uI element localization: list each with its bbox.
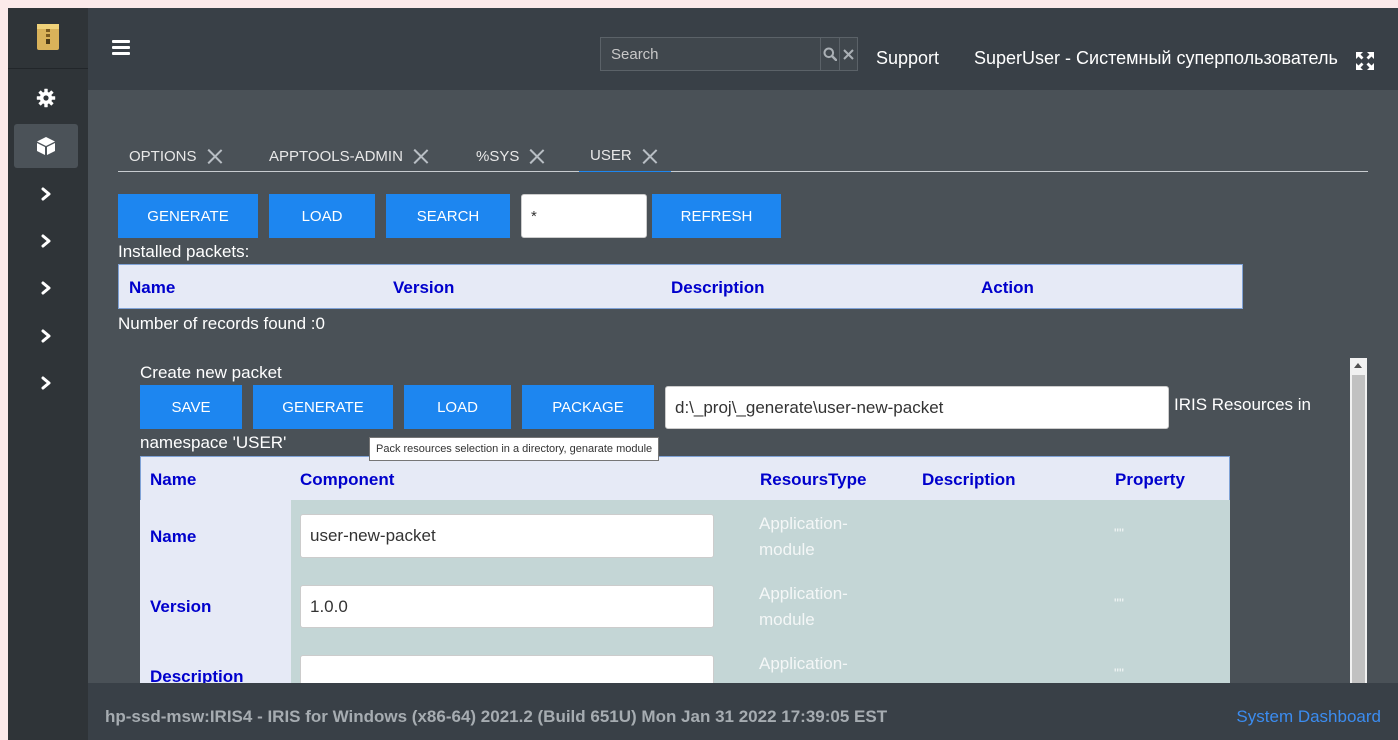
resource-type-line: Application- xyxy=(759,514,848,533)
component-name-input[interactable] xyxy=(300,514,714,558)
component-description-input[interactable] xyxy=(300,655,714,683)
row-property: "" xyxy=(1114,665,1124,681)
installed-packets-title: Installed packets: xyxy=(118,242,250,261)
create-packet-title: Create new packet xyxy=(140,363,282,382)
top-header: Support SuperUser - Системный суперпольз… xyxy=(88,8,1398,90)
row-resource-type: Application-module xyxy=(759,511,848,563)
column-header-property[interactable]: Property xyxy=(1115,470,1185,490)
sidebar-item-expand-3[interactable] xyxy=(14,266,78,310)
sidebar-item-packages[interactable] xyxy=(14,124,78,168)
tab-apptools-admin[interactable]: APPTOOLS-ADMIN xyxy=(258,140,429,172)
sidebar-item-expand-4[interactable] xyxy=(14,314,78,358)
row-label-name: Name xyxy=(150,527,197,546)
gear-icon xyxy=(36,88,56,108)
resource-type-line: Application- xyxy=(759,654,848,673)
chevron-right-icon xyxy=(41,329,51,343)
scroll-up-icon[interactable] xyxy=(1354,363,1362,368)
row-property: "" xyxy=(1114,525,1124,541)
package-tooltip: Pack resources selection in a directory,… xyxy=(369,437,660,461)
package-button[interactable]: PACKAGE xyxy=(522,385,654,429)
tab-user[interactable]: USER xyxy=(579,140,671,172)
column-header-component[interactable]: Component xyxy=(300,470,394,490)
panel-scrollbar[interactable] xyxy=(1350,358,1367,683)
row-resource-type: Application-module xyxy=(759,581,848,633)
column-header-description[interactable]: Description xyxy=(922,470,1016,490)
resources-namespace-caption: namespace 'USER' xyxy=(140,433,287,452)
row-property: "" xyxy=(1114,595,1124,611)
sidebar xyxy=(8,8,88,740)
column-header-name[interactable]: Name xyxy=(129,278,175,298)
main-content: OPTIONS APPTOOLS-ADMIN %SYS USER GENERAT… xyxy=(88,90,1398,683)
create-load-button[interactable]: LOAD xyxy=(404,385,511,429)
close-tab-icon[interactable] xyxy=(642,148,658,164)
row-resource-type: Application- xyxy=(759,651,848,677)
sidebar-item-expand-1[interactable] xyxy=(14,172,78,216)
tab-label: APPTOOLS-ADMIN xyxy=(269,147,403,165)
row-label-version: Version xyxy=(150,597,212,616)
chevron-right-icon xyxy=(41,281,51,295)
search-button[interactable] xyxy=(820,38,839,70)
components-table-header: Name Component ResoursType Description P… xyxy=(140,456,1230,501)
tab-sys[interactable]: %SYS xyxy=(465,140,545,172)
resource-type-line: module xyxy=(759,610,815,629)
column-header-name[interactable]: Name xyxy=(150,470,196,490)
search-icon xyxy=(823,47,837,61)
cube-icon xyxy=(37,137,55,155)
search-clear-button[interactable] xyxy=(838,38,857,70)
tab-label: %SYS xyxy=(476,147,520,165)
column-header-action[interactable]: Action xyxy=(981,278,1034,298)
search-button[interactable]: SEARCH xyxy=(386,194,510,238)
path-input[interactable] xyxy=(665,386,1169,429)
app-logo-icon[interactable] xyxy=(34,22,62,50)
resource-type-line: Application- xyxy=(759,584,848,603)
records-count: Number of records found :0 xyxy=(118,314,325,333)
chevron-right-icon xyxy=(41,234,51,248)
generate-button[interactable]: GENERATE xyxy=(118,194,258,238)
resources-caption: IRIS Resources in xyxy=(1174,395,1311,414)
search-input[interactable] xyxy=(601,38,820,70)
header-search xyxy=(600,37,858,71)
component-version-input[interactable] xyxy=(300,585,714,628)
close-tab-icon[interactable] xyxy=(207,148,223,164)
fullscreen-icon[interactable] xyxy=(1356,52,1374,70)
sidebar-item-settings[interactable] xyxy=(14,76,78,120)
sidebar-item-expand-5[interactable] xyxy=(14,361,78,405)
system-info: hp-ssd-msw:IRIS4 - IRIS for Windows (x86… xyxy=(105,707,888,726)
save-button[interactable]: SAVE xyxy=(140,385,242,429)
sidebar-divider xyxy=(8,68,88,69)
row-label-description: Description xyxy=(150,667,244,683)
resource-type-line: module xyxy=(759,540,815,559)
support-link[interactable]: Support xyxy=(876,48,939,69)
load-button[interactable]: LOAD xyxy=(269,194,375,238)
tab-options[interactable]: OPTIONS xyxy=(118,140,223,172)
window-top-strip xyxy=(0,0,1398,8)
menu-toggle-icon[interactable] xyxy=(112,40,130,56)
namespace-tabs: OPTIONS APPTOOLS-ADMIN %SYS USER xyxy=(118,140,1368,172)
column-header-resourstype[interactable]: ResoursType xyxy=(760,470,866,490)
installed-table-header: Name Version Description Action xyxy=(118,264,1243,309)
close-icon xyxy=(843,48,854,60)
system-dashboard-link[interactable]: System Dashboard xyxy=(1236,707,1381,727)
column-header-version[interactable]: Version xyxy=(393,278,454,298)
column-header-description[interactable]: Description xyxy=(671,278,765,298)
scrollbar-thumb[interactable] xyxy=(1352,375,1365,683)
tab-label: OPTIONS xyxy=(129,147,197,165)
sidebar-item-expand-2[interactable] xyxy=(14,219,78,263)
chevron-right-icon xyxy=(41,187,51,201)
close-tab-icon[interactable] xyxy=(529,148,545,164)
refresh-button[interactable]: REFRESH xyxy=(652,194,781,238)
status-footer: hp-ssd-msw:IRIS4 - IRIS for Windows (x86… xyxy=(88,683,1398,740)
filter-input[interactable] xyxy=(521,194,647,238)
user-menu[interactable]: SuperUser - Системный суперпользователь xyxy=(974,48,1338,69)
tab-label: USER xyxy=(590,147,632,164)
close-tab-icon[interactable] xyxy=(413,148,429,164)
create-generate-button[interactable]: GENERATE xyxy=(253,385,393,429)
chevron-right-icon xyxy=(41,376,51,390)
